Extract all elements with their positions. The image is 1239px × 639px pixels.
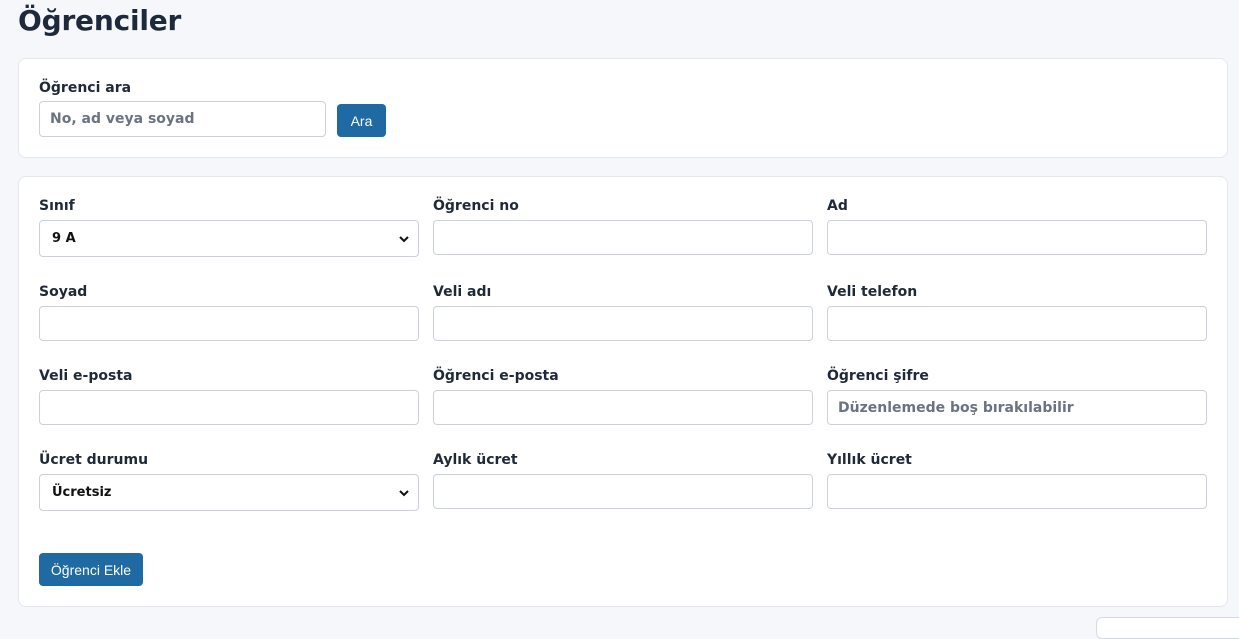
veli-telefon-label: Veli telefon [827, 284, 918, 300]
ogrenci-no-input[interactable] [433, 220, 813, 255]
search-card: Öğrenci ara Ara [18, 58, 1228, 158]
ogrenci-sifre-input[interactable] [827, 390, 1207, 425]
aylik-ucret-input[interactable] [433, 474, 813, 509]
bottom-right-popup-edge [1096, 617, 1239, 639]
search-input[interactable] [39, 101, 326, 137]
soyad-label: Soyad [39, 284, 88, 300]
ucret-durumu-label: Ücret durumu [39, 452, 149, 468]
ad-input[interactable] [827, 220, 1207, 255]
ogrenci-sifre-label: Öğrenci şifre [827, 368, 929, 384]
ogrenci-ekle-button[interactable]: Öğrenci Ekle [39, 553, 143, 586]
aylik-ucret-label: Aylık ücret [433, 452, 518, 468]
soyad-input[interactable] [39, 306, 419, 341]
chevron-down-icon [399, 489, 409, 496]
veli-telefon-input[interactable] [827, 306, 1207, 341]
ogrenci-eposta-label: Öğrenci e-posta [433, 368, 559, 384]
veli-eposta-label: Veli e-posta [39, 368, 133, 384]
yillik-ucret-label: Yıllık ücret [827, 452, 912, 468]
ucret-durumu-select[interactable]: Ücretsiz [39, 474, 419, 511]
sinif-label: Sınıf [39, 198, 75, 214]
page-title: Öğrenciler [18, 4, 182, 37]
ad-label: Ad [827, 198, 848, 214]
search-button[interactable]: Ara [337, 104, 386, 137]
veli-adi-label: Veli adı [433, 284, 492, 300]
ogrenci-no-label: Öğrenci no [433, 198, 519, 214]
search-label: Öğrenci ara [39, 80, 132, 96]
sinif-select-value: 9 A [52, 231, 76, 246]
student-form-card: Sınıf 9 A Öğrenci no Ad Soyad Veli adı V… [18, 176, 1228, 607]
chevron-down-icon [399, 235, 409, 242]
veli-eposta-input[interactable] [39, 390, 419, 425]
veli-adi-input[interactable] [433, 306, 813, 341]
yillik-ucret-input[interactable] [827, 474, 1207, 509]
ogrenci-eposta-input[interactable] [433, 390, 813, 425]
ucret-durumu-select-value: Ücretsiz [52, 485, 112, 500]
sinif-select[interactable]: 9 A [39, 220, 419, 257]
